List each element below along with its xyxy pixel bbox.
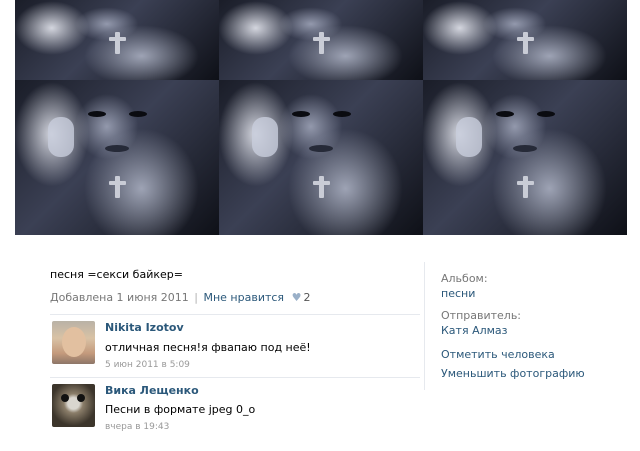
photo-title: песня =секси байкер= bbox=[50, 268, 183, 281]
album-label: Альбом: bbox=[441, 272, 488, 285]
comment: Вика Лещенко Песни в формате jpeg 0_o вч… bbox=[50, 377, 420, 432]
heart-icon[interactable]: ♥ bbox=[292, 291, 302, 304]
comment-date: вчера в 19:43 bbox=[105, 422, 170, 432]
photo-meta: Добавлена 1 июня 2011 | Мне нравится ♥ 2 bbox=[50, 291, 310, 304]
sender-label: Отправитель: bbox=[441, 309, 522, 322]
sender-link[interactable]: Катя Алмаз bbox=[441, 324, 508, 337]
comment-author[interactable]: Nikita Izotov bbox=[105, 321, 184, 334]
photo-tile bbox=[15, 80, 219, 235]
avatar[interactable] bbox=[52, 321, 95, 364]
like-count: 2 bbox=[303, 291, 311, 304]
comment-text: отличная песня!я фвапаю под неё! bbox=[105, 341, 311, 354]
comment-text: Песни в формате jpeg 0_o bbox=[105, 403, 256, 416]
comment: Nikita Izotov отличная песня!я фвапаю по… bbox=[50, 314, 420, 370]
like-link[interactable]: Мне нравится bbox=[203, 291, 284, 304]
avatar[interactable] bbox=[52, 384, 95, 427]
photo-tile bbox=[423, 80, 627, 235]
photo-viewer-image[interactable] bbox=[15, 0, 627, 235]
album-link[interactable]: песни bbox=[441, 287, 475, 300]
meta-separator: | bbox=[194, 291, 198, 304]
added-date: Добавлена 1 июня 2011 bbox=[50, 291, 189, 304]
photo-tile bbox=[219, 80, 423, 235]
photo-tile bbox=[423, 0, 627, 80]
column-divider bbox=[424, 262, 425, 390]
comment-date: 5 июн 2011 в 5:09 bbox=[105, 360, 190, 370]
tag-person-link[interactable]: Отметить человека bbox=[441, 348, 555, 361]
photo-tile bbox=[15, 0, 219, 80]
comment-author[interactable]: Вика Лещенко bbox=[105, 384, 199, 397]
photo-tile bbox=[219, 0, 423, 80]
shrink-photo-link[interactable]: Уменьшить фотографию bbox=[441, 367, 585, 380]
